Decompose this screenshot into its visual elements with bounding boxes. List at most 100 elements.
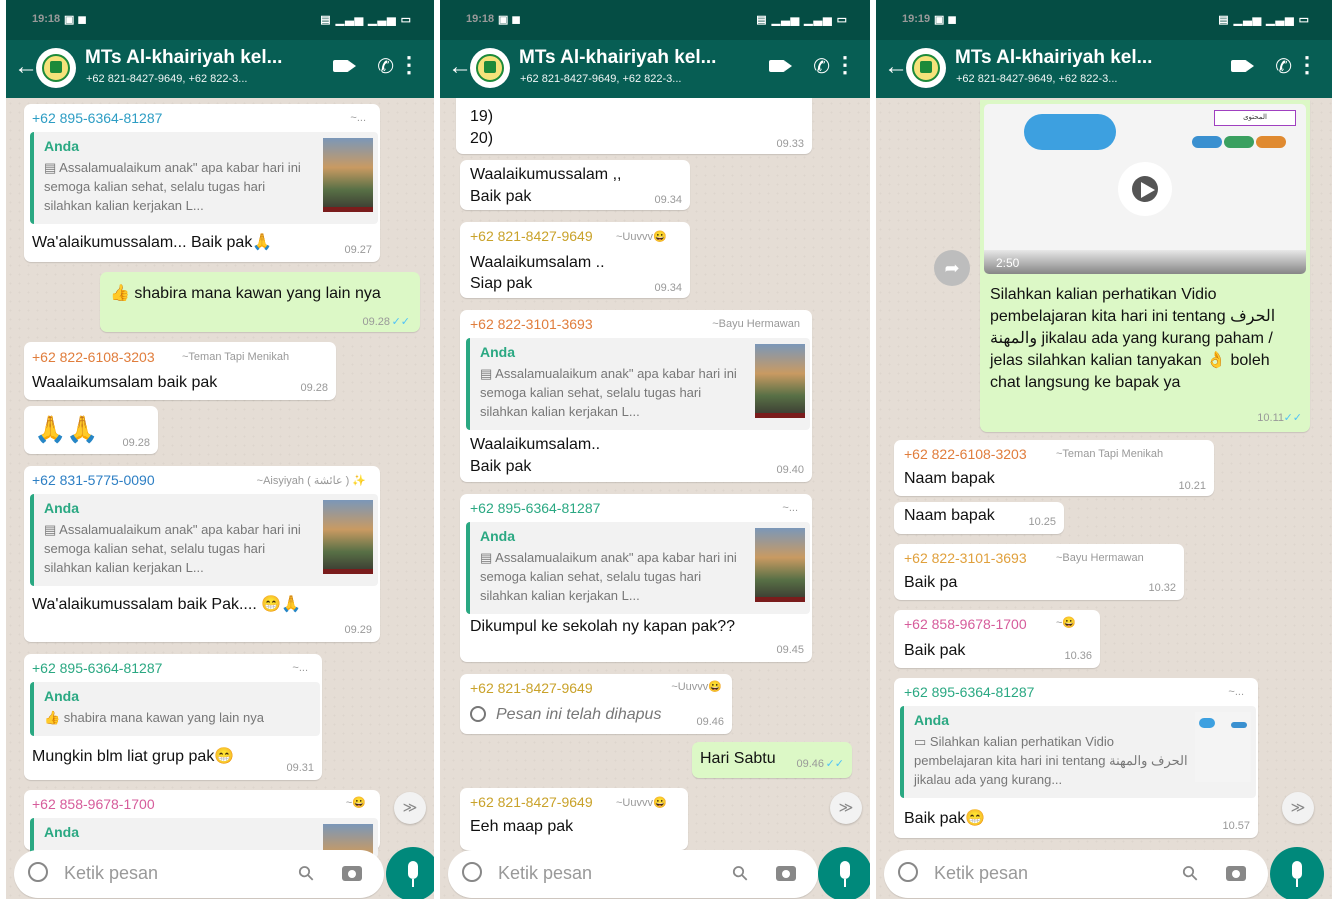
group-avatar[interactable] (36, 48, 76, 88)
scroll-down-icon[interactable]: ≫ (830, 792, 862, 824)
message-bubble[interactable]: +62 822-3101-3693 ~Bayu Hermawan Baik pa… (894, 544, 1184, 600)
camera-icon[interactable] (342, 866, 362, 881)
chat-title[interactable]: MTs Al-khairiyah kel... (519, 47, 724, 69)
mic-icon[interactable] (386, 847, 434, 899)
message-time: 10.32 (1148, 582, 1176, 594)
phone-screen-2: 19:18 ▣ ◼ ▤ ▁▃▅ ▁▃▅ ▭ ← MTs Al-khairiyah… (440, 0, 870, 899)
sender-tag: ~😀 (1056, 617, 1077, 629)
message-text: 🙏🙏 (34, 414, 99, 444)
quoted-message[interactable]: Anda ▤ Assalamualaikum anak" apa kabar h… (466, 338, 810, 430)
attach-icon[interactable]: ⚲ (1177, 859, 1205, 887)
group-avatar[interactable] (470, 48, 510, 88)
back-arrow-icon[interactable]: ← (884, 53, 908, 81)
message-time: 09.31 (286, 762, 314, 774)
message-input[interactable]: Ketik pesan (934, 863, 1028, 884)
message-bubble[interactable]: +62 858-9678-1700 ~😀 Baik pak 10.36 (894, 610, 1100, 668)
status-bar: 19:18 ▣ ◼ ▤ ▁▃▅ ▁▃▅ ▭ (6, 0, 434, 40)
message-input-bar[interactable]: Ketik pesan ⚲ (884, 850, 1268, 898)
quoted-image-thumbnail (323, 138, 373, 212)
emoji-icon[interactable] (898, 862, 918, 882)
message-input-bar[interactable]: Ketik pesan ⚲ (448, 850, 818, 898)
message-bubble[interactable]: +62 822-6108-3203 ~Teman Tapi Menikah Na… (894, 440, 1214, 496)
quoted-author: Anda (480, 344, 515, 360)
sender-name: +62 822-6108-3203 (32, 349, 155, 365)
message-bubble[interactable]: 19) 20) 09.33 (456, 98, 812, 154)
video-call-icon[interactable] (769, 60, 792, 72)
more-options-icon[interactable]: ⋮ (398, 52, 420, 78)
message-bubble[interactable]: +62 831-5775-0090 ~Aisyiyah ( عائشة ) ✨ … (24, 466, 380, 642)
camera-icon[interactable] (776, 866, 796, 881)
message-bubble[interactable]: Naam bapak 10.25 (894, 502, 1064, 534)
quoted-author: Anda (44, 138, 79, 154)
message-bubble[interactable]: Waalaikumussalam ,, Baik pak 09.34 (460, 160, 690, 210)
message-input[interactable]: Ketik pesan (498, 863, 592, 884)
message-bubble[interactable]: +62 895-6364-81287 ~... Anda 👍 shabira m… (24, 654, 322, 780)
quoted-message[interactable]: Anda ▭ Silahkan kalian perhatikan Vidio … (900, 706, 1256, 798)
phone-icon[interactable]: ✆ (813, 54, 830, 79)
play-icon[interactable] (1118, 162, 1172, 216)
chat-header[interactable]: ← MTs Al-khairiyah kel... +62 821-8427-9… (440, 40, 870, 98)
message-bubble[interactable]: +62 858-9678-1700 ~😀 Anda (24, 790, 380, 858)
notification-icons: ▣ ◼ (498, 14, 521, 26)
message-bubble[interactable]: +62 895-6364-81287 ~... Anda ▤ Assalamua… (460, 494, 812, 662)
video-call-icon[interactable] (333, 60, 356, 72)
message-bubble-outgoing[interactable]: Hari Sabtu 09.46 ✓✓ (692, 742, 852, 778)
more-options-icon[interactable]: ⋮ (1296, 52, 1318, 78)
video-message-bubble[interactable]: المحتوى 2:50 Silahkan kalian perhatikan … (980, 100, 1310, 432)
message-bubble[interactable]: +62 895-6364-81287 ~... Anda ▭ Silahkan … (894, 678, 1258, 838)
read-receipt-icon: ✓✓ (825, 758, 844, 770)
phone-icon[interactable]: ✆ (377, 54, 394, 79)
message-text-line: Siap pak (470, 275, 533, 292)
video-graphic-shape (1192, 136, 1222, 148)
emoji-icon[interactable] (28, 862, 48, 882)
sender-tag: ~... (292, 662, 308, 674)
message-bubble[interactable]: +62 895-6364-81287 ~... Anda ▤ Assalamua… (24, 104, 380, 262)
message-bubble[interactable]: +62 821-8427-9649 ~Uuvvv😀 Waalaikumsalam… (460, 222, 690, 298)
chat-header[interactable]: ← MTs Al-khairiyah kel... +62 821-8427-9… (876, 40, 1332, 98)
chat-title[interactable]: MTs Al-khairiyah kel... (85, 47, 290, 69)
message-bubble[interactable]: +62 822-3101-3693 ~Bayu Hermawan Anda ▤ … (460, 310, 812, 482)
message-bubble[interactable]: +62 821-8427-9649 ~Uuvvv😀 Eeh maap pak (460, 788, 688, 850)
back-arrow-icon[interactable]: ← (448, 53, 472, 81)
scroll-down-icon[interactable]: ≫ (1282, 792, 1314, 824)
message-bubble[interactable]: +62 821-8427-9649 ~Uuvvv😀 Pesan ini tela… (460, 674, 732, 734)
quoted-message[interactable]: Anda ▤ Assalamualaikum anak" apa kabar h… (30, 494, 378, 586)
forward-icon[interactable]: ➦ (934, 250, 970, 286)
phone-screen-1: 19:18 ▣ ◼ ▤ ▁▃▅ ▁▃▅ ▭ ← MTs Al-khairiyah… (6, 0, 434, 899)
more-options-icon[interactable]: ⋮ (834, 52, 856, 78)
quoted-message[interactable]: Anda ▤ Assalamualaikum anak" apa kabar h… (466, 522, 810, 614)
sender-name: +62 895-6364-81287 (32, 110, 163, 126)
scroll-down-icon[interactable]: ≫ (394, 792, 426, 824)
video-thumbnail[interactable]: المحتوى 2:50 (984, 104, 1306, 274)
phone-icon[interactable]: ✆ (1275, 54, 1292, 79)
attach-icon[interactable]: ⚲ (727, 859, 755, 887)
chat-title[interactable]: MTs Al-khairiyah kel... (955, 47, 1160, 69)
message-time: 09.34 (654, 282, 682, 294)
message-time: 09.28 (122, 437, 150, 449)
message-input-bar[interactable]: Ketik pesan ⚲ (14, 850, 384, 898)
message-bubble[interactable]: 🙏🙏 09.28 (24, 406, 158, 454)
mic-icon[interactable] (1270, 847, 1324, 899)
sender-name: +62 895-6364-81287 (470, 500, 601, 516)
sender-name: +62 895-6364-81287 (32, 660, 163, 676)
message-text: Waalaikumsalam baik pak (32, 374, 218, 391)
sender-tag: ~😀 (345, 797, 366, 809)
video-graphic-cloud (1024, 114, 1116, 150)
message-time: 10.57 (1222, 820, 1250, 832)
mic-icon[interactable] (818, 847, 870, 899)
message-input[interactable]: Ketik pesan (64, 863, 158, 884)
message-text-line: Waalaikumussalam ,, (470, 166, 622, 183)
camera-icon[interactable] (1226, 866, 1246, 881)
quoted-text: ▭ Silahkan kalian perhatikan Vidio pembe… (914, 734, 1188, 787)
quoted-message[interactable]: Anda 👍 shabira mana kawan yang lain nya (30, 682, 320, 736)
emoji-icon[interactable] (462, 862, 482, 882)
back-arrow-icon[interactable]: ← (14, 53, 38, 81)
video-call-icon[interactable] (1231, 60, 1254, 72)
attach-icon[interactable]: ⚲ (293, 859, 321, 887)
message-bubble-outgoing[interactable]: 👍 shabira mana kawan yang lain nya 09.28… (100, 272, 420, 332)
message-text: Hari Sabtu (700, 750, 776, 767)
message-bubble[interactable]: +62 822-6108-3203 ~Teman Tapi Menikah Wa… (24, 342, 336, 400)
chat-header[interactable]: ← MTs Al-khairiyah kel... +62 821-8427-9… (6, 40, 434, 98)
quoted-message[interactable]: Anda ▤ Assalamualaikum anak" apa kabar h… (30, 132, 378, 224)
group-avatar[interactable] (906, 48, 946, 88)
